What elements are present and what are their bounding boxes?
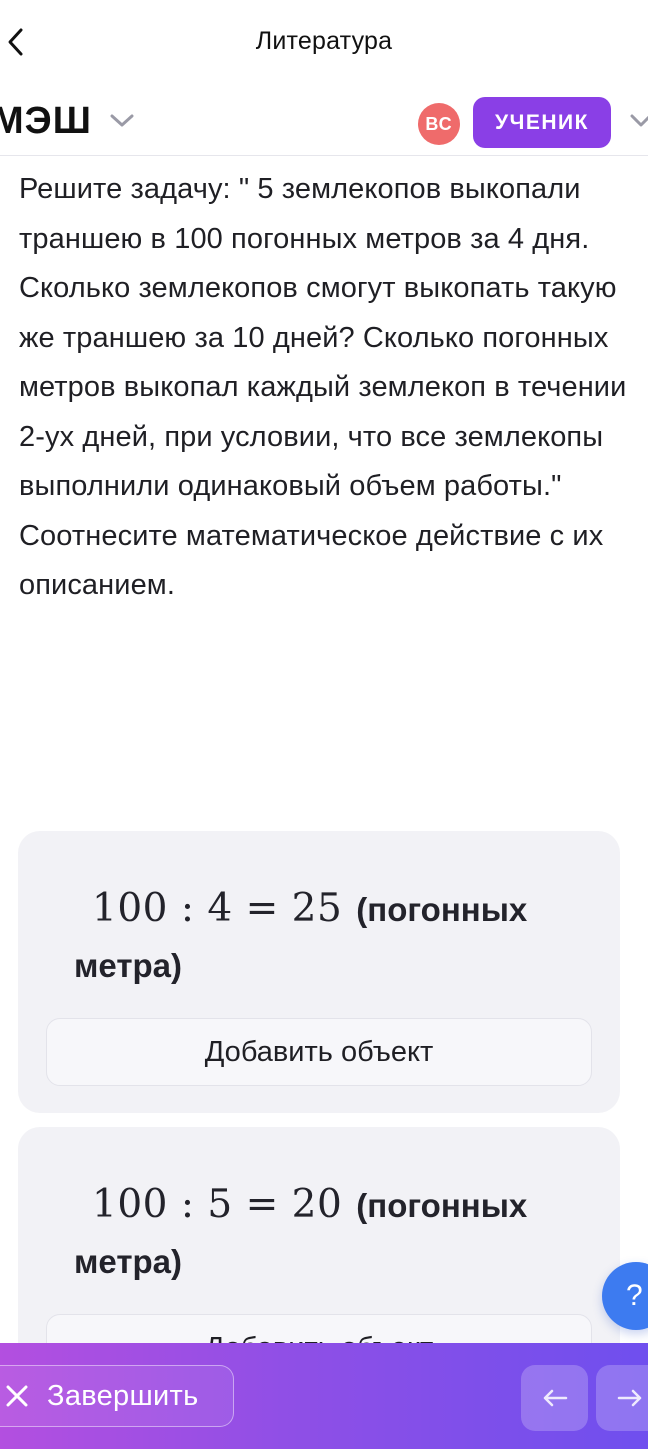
math-expression: 100 : 5 = 20 [92,1182,343,1227]
card-content: 100 : 5 = 20 (погонных метра) [74,1177,594,1290]
finish-label: Завершить [47,1379,199,1412]
top-bar: Литература [0,0,648,86]
chevron-down-icon [630,114,648,127]
match-card: 100 : 4 = 25 (погонных метра) Добавить об… [18,831,620,1113]
card-content: 100 : 4 = 25 (погонных метра) [74,881,594,994]
question-block: Решите задачу: " 5 землекопов выкопали т… [19,165,627,611]
arrow-left-icon [543,1389,567,1407]
arrow-right-icon [617,1389,641,1407]
role-badge[interactable]: УЧЕНИК [473,97,611,148]
page-title: Литература [255,27,393,55]
question-text: Решите задачу: " 5 землекопов выкопали т… [19,173,627,502]
brand-row: МЭШ ВС УЧЕНИК [0,90,648,156]
help-icon: ? [626,1279,643,1312]
role-dropdown[interactable] [630,114,648,133]
math-expression: 100 : 4 = 25 [92,886,343,931]
page: Литература МЭШ ВС УЧЕНИК Решите задачу: … [0,0,648,1449]
brand-logo: МЭШ [0,100,92,142]
add-object-button[interactable]: Добавить объект [46,1018,592,1086]
finish-button[interactable]: Завершить [0,1365,234,1427]
next-button[interactable] [596,1365,648,1431]
previous-button[interactable] [521,1365,588,1431]
question-instruction: Соотнесите математическое действие с их … [19,519,604,602]
chevron-down-icon [110,114,134,127]
close-icon [6,1385,28,1407]
brand-switcher[interactable]: МЭШ [0,102,134,140]
avatar[interactable]: ВС [418,103,460,145]
bottom-bar: Завершить [0,1343,648,1449]
